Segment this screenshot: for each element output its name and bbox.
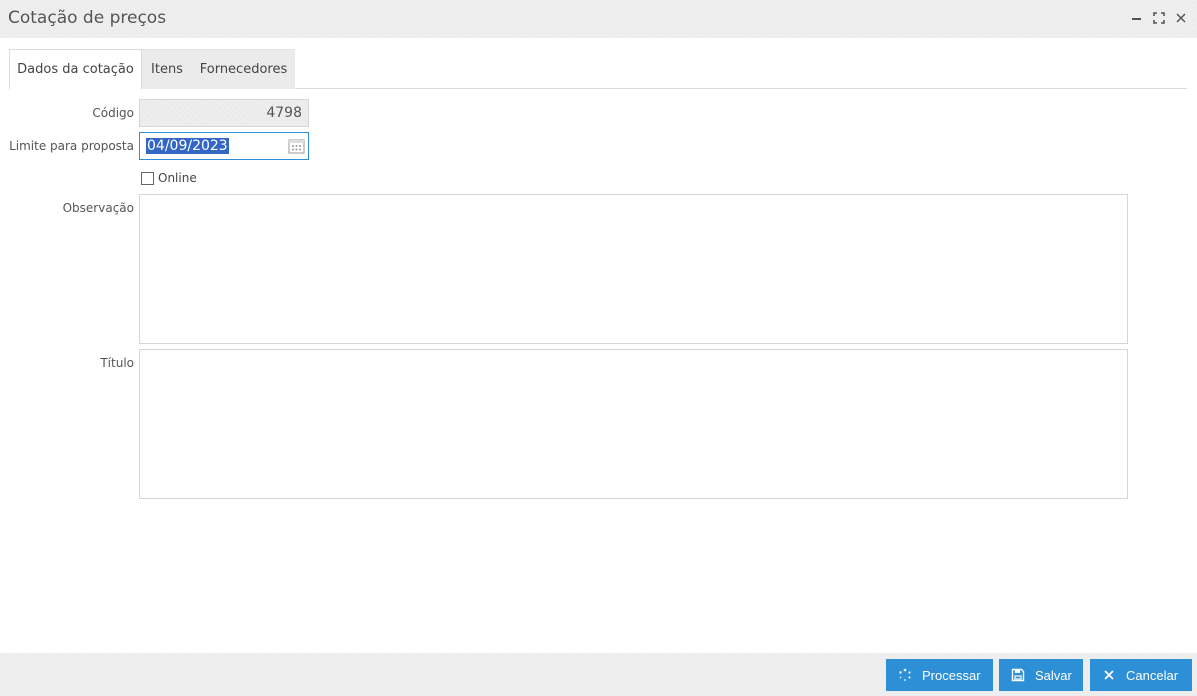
close-icon[interactable] [1174, 11, 1188, 25]
cancelar-label: Cancelar [1126, 667, 1179, 683]
window-title: Cotação de preços [8, 8, 167, 28]
processar-button[interactable]: Processar [886, 659, 993, 691]
codigo-field: 4798 [139, 99, 309, 127]
spinner-icon [898, 668, 912, 682]
floppy-disk-icon [1011, 668, 1025, 682]
codigo-label: Código [92, 106, 134, 120]
cancelar-button[interactable]: Cancelar [1090, 659, 1192, 691]
close-icon [1102, 668, 1116, 682]
online-checkbox[interactable] [141, 172, 154, 185]
online-label[interactable]: Online [158, 171, 197, 185]
processar-label: Processar [922, 667, 981, 683]
salvar-label: Salvar [1035, 667, 1072, 683]
observacao-textarea[interactable] [139, 194, 1128, 344]
tab-fornecedores[interactable]: Fornecedores [192, 49, 295, 89]
tab-dados-da-cotacao[interactable]: Dados da cotação [9, 49, 142, 90]
titulo-label: Título [100, 356, 134, 370]
window-titlebar: Cotação de preços [0, 0, 1197, 38]
limite-value: 04/09/2023 [146, 138, 229, 154]
codigo-value: 4798 [266, 105, 302, 121]
titulo-textarea[interactable] [139, 349, 1128, 499]
tab-itens[interactable]: Itens [142, 49, 192, 89]
salvar-button[interactable]: Salvar [999, 659, 1083, 691]
observacao-label: Observação [62, 201, 134, 215]
calendar-icon[interactable] [288, 138, 305, 154]
tab-strip: Dados da cotação Itens Fornecedores [9, 49, 1187, 90]
limite-date-input[interactable]: 04/09/2023 [139, 132, 309, 160]
maximize-icon[interactable] [1152, 11, 1166, 25]
limite-label: Limite para proposta [9, 139, 134, 153]
minimize-icon[interactable] [1130, 11, 1144, 25]
window-footer: Processar Salvar Cancelar [0, 653, 1197, 696]
